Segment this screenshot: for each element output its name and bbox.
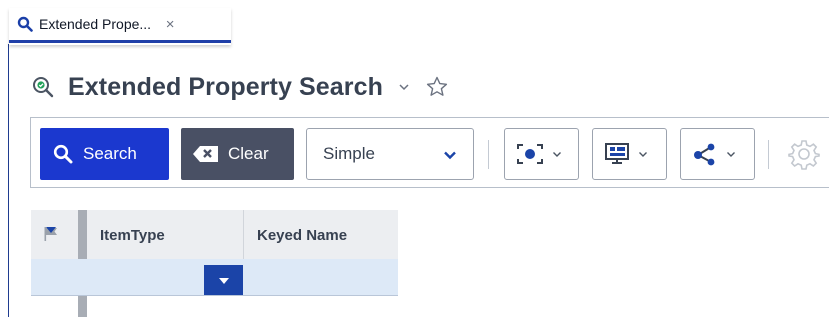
- row-divider: [31, 295, 398, 296]
- backspace-icon: [192, 145, 220, 163]
- gear-icon[interactable]: [788, 138, 820, 170]
- capture-icon: [515, 142, 545, 166]
- search-mode-value: Simple: [323, 144, 375, 163]
- itemtype-filter-dropdown-button[interactable]: [204, 265, 243, 296]
- chevron-down-icon: [551, 148, 563, 160]
- chevron-down-icon[interactable]: [397, 80, 411, 94]
- share-icon: [691, 142, 719, 166]
- search-icon: [53, 144, 73, 164]
- share-dropdown[interactable]: [680, 128, 755, 180]
- clear-button[interactable]: Clear: [181, 128, 294, 180]
- star-outline-icon[interactable]: [425, 75, 449, 99]
- chevron-down-icon: [637, 148, 649, 160]
- toolbar-separator: [488, 140, 489, 169]
- chevron-down-icon: [725, 148, 737, 160]
- search-button[interactable]: Search: [40, 128, 169, 180]
- results-grid: ItemType Keyed Name: [31, 210, 398, 317]
- search-button-label: Search: [83, 144, 137, 163]
- close-icon[interactable]: ×: [163, 16, 177, 33]
- column-header-keyed-name[interactable]: Keyed Name: [257, 227, 347, 244]
- capture-dropdown[interactable]: [504, 128, 579, 180]
- caret-down-icon: [218, 276, 230, 286]
- display-dropdown[interactable]: [592, 128, 667, 180]
- column-header-itemtype[interactable]: ItemType: [100, 227, 165, 244]
- search-mode-select[interactable]: Simple: [306, 128, 474, 180]
- search-icon: [17, 16, 33, 32]
- chevron-down-icon: [442, 147, 458, 163]
- tab-title: Extended Prope...: [39, 16, 152, 32]
- tab-extended-property-search[interactable]: Extended Prope... ×: [9, 8, 231, 43]
- caret-down-icon[interactable]: [45, 225, 57, 235]
- clear-button-label: Clear: [228, 144, 269, 163]
- extended-search-icon: [32, 76, 54, 98]
- toolbar-separator: [768, 140, 769, 169]
- display-icon: [603, 142, 631, 166]
- left-border: [8, 44, 9, 317]
- title-row: Extended Property Search: [32, 65, 449, 109]
- page-title: Extended Property Search: [68, 72, 384, 101]
